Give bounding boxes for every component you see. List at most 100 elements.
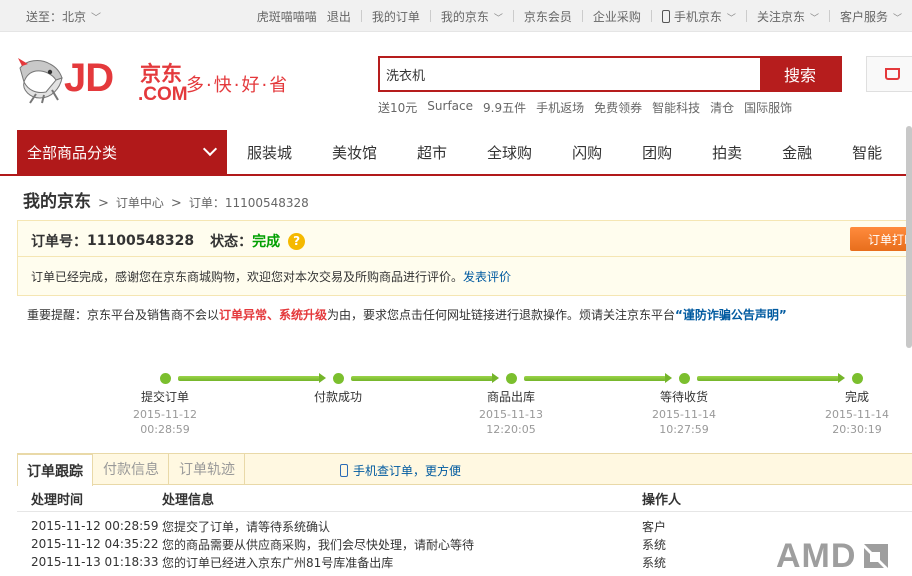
cart-icon — [885, 68, 900, 80]
jd-member-link[interactable]: 京东会员 — [514, 8, 582, 25]
step-date: 2015-11-13 — [479, 408, 543, 421]
mobile-query-link[interactable]: 手机查订单，更方便 — [340, 462, 461, 479]
hotword-link[interactable]: 国际服饰 — [744, 99, 792, 116]
log-info: 您的商品需要从供应商采购，我们会尽快处理，请耐心等待 — [162, 537, 475, 552]
order-tabs: 订单跟踪 付款信息 订单轨迹 手机查订单，更方便 — [17, 453, 912, 486]
scrollbar[interactable] — [906, 126, 912, 348]
breadcrumb-order: 订单：11100548328 — [188, 196, 309, 210]
nav-item-auction[interactable]: 拍卖 — [692, 142, 762, 163]
hotword-link[interactable]: 9.9五件 — [483, 99, 526, 116]
breadcrumb-order-center[interactable]: 订单中心 — [116, 194, 164, 211]
step-date: 2015-11-14 — [825, 408, 889, 421]
print-order-button[interactable]: 订单打印 — [850, 227, 912, 251]
top-bar: 送至：北京 ﹀ 虎斑喵喵喵 退出 我的订单 我的京东 ﹀ 京东会员 企业采购 手机京… — [0, 0, 912, 32]
all-categories-label: 全部商品分类 — [27, 143, 118, 162]
step-title: 商品出库 — [486, 390, 535, 404]
search-bar: 搜索 — [378, 56, 842, 92]
location-selector[interactable]: 送至：北京 ﹀ — [26, 8, 101, 25]
tab-order-track[interactable]: 订单轨迹 — [170, 453, 245, 485]
nav-item-beauty[interactable]: 美妆馆 — [312, 142, 397, 163]
step-time: 12:20:05 — [486, 423, 536, 436]
step-time: 00:28:59 — [140, 423, 190, 436]
order-number-label: 订单号： — [31, 234, 87, 250]
log-info: 您提交了订单，请等待系统确认 — [162, 519, 331, 534]
tab-order-tracking[interactable]: 订单跟踪 — [17, 453, 93, 486]
status-label: 状态： — [210, 234, 253, 250]
review-link[interactable]: 发表评价 — [463, 270, 511, 284]
top-links: 虎斑喵喵喵 退出 我的订单 我的京东 ﹀ 京东会员 企业采购 手机京东 ﹀ 关注京东… — [247, 0, 912, 32]
breadcrumb: 我的京东 > 订单中心 > 订单：11100548328 — [23, 187, 309, 212]
hotword-link[interactable]: 智能科技 — [652, 99, 700, 116]
nav-item-finance[interactable]: 金融 — [762, 142, 832, 163]
table-row: 2015-11-12 00:28:59 您提交了订单，请等待系统确认 客户 — [17, 517, 912, 535]
my-jd-menu[interactable]: 我的京东 ﹀ — [431, 8, 513, 25]
tab-payment-info[interactable]: 付款信息 — [94, 453, 169, 485]
follow-jd-label: 关注京东 — [756, 9, 805, 24]
column-header: 操作人 — [642, 493, 682, 508]
step-complete: 完成 2015-11-14 20:30:19 — [807, 388, 907, 437]
mobile-jd-label: 手机京东 — [673, 9, 722, 24]
jd-logo[interactable]: JD 京东 .COM — [16, 50, 196, 110]
hotword-link[interactable]: 手机返场 — [536, 99, 584, 116]
question-icon[interactable]: ? — [288, 232, 306, 250]
fraud-notice-link[interactable]: “谨防诈骗公告声明” — [675, 308, 787, 322]
customer-service-label: 客户服务 — [839, 9, 888, 24]
search-input[interactable] — [380, 58, 760, 90]
phone-icon — [340, 464, 348, 477]
hotword-link[interactable]: 送10元 — [378, 99, 417, 116]
step-time: 20:30:19 — [832, 423, 882, 436]
my-jd-label: 我的京东 — [440, 9, 489, 24]
step-dot — [679, 373, 690, 384]
column-header: 处理信息 — [162, 493, 215, 508]
logout-link[interactable]: 退出 — [327, 8, 361, 25]
important-notice: 重要提醒：京东平台及销售商不会以订单异常、系统升级为由，要求您点击任何网址链接进… — [27, 306, 787, 323]
arrow-right-icon — [492, 373, 499, 383]
chevron-down-icon: ﹀ — [809, 13, 819, 24]
all-categories-menu[interactable]: 全部商品分类 — [17, 130, 227, 174]
nav-item-flash-sale[interactable]: 闪购 — [552, 142, 622, 163]
chevron-down-icon: ﹀ — [91, 13, 102, 24]
amd-watermark: AMD — [776, 537, 890, 576]
step-date: 2015-11-12 — [133, 408, 197, 421]
phone-icon — [661, 9, 670, 23]
username-link[interactable]: 虎斑喵喵喵 — [247, 8, 327, 25]
customer-service-menu[interactable]: 客户服务 ﹀ — [830, 8, 912, 25]
logo-com-text: .COM — [138, 84, 188, 105]
arrow-right-icon — [319, 373, 326, 383]
nav-item-clothing[interactable]: 服装城 — [227, 142, 312, 163]
chevron-right-icon: > — [170, 196, 182, 211]
hotword-link[interactable]: 清仓 — [710, 99, 734, 116]
shopping-cart-button[interactable] — [866, 56, 912, 92]
my-orders-link[interactable]: 我的订单 — [362, 8, 430, 25]
nav-item-supermarket[interactable]: 超市 — [397, 142, 467, 163]
breadcrumb-my-jd[interactable]: 我的京东 — [23, 187, 91, 212]
location-label: 送至：北京 — [26, 10, 87, 24]
chevron-right-icon: > — [98, 196, 109, 211]
order-status-box: 订单号： 11100548328 状态： 完成 ? 订单已经完成，感谢您在京东商… — [17, 220, 912, 296]
slogan: 多·快·好·省 — [186, 75, 290, 96]
mobile-jd-menu[interactable]: 手机京东 ﹀ — [652, 8, 746, 25]
log-time: 2015-11-13 01:18:33 — [31, 555, 159, 569]
status-badge: 完成 — [252, 234, 281, 250]
log-time: 2015-11-12 04:35:22 — [31, 537, 159, 551]
nav-item-smart[interactable]: 智能 — [832, 142, 902, 163]
progress-bar — [178, 376, 320, 381]
step-dot — [506, 373, 517, 384]
notice-prefix: 重要提醒：京东平台及销售商不会以 — [27, 308, 220, 322]
step-dot — [160, 373, 171, 384]
order-number: 11100548328 — [87, 233, 195, 249]
order-progress: 提交订单 2015-11-12 00:28:59 付款成功 商品出库 2015-… — [0, 370, 912, 440]
search-button[interactable]: 搜索 — [760, 58, 840, 90]
nav-item-group-buy[interactable]: 团购 — [622, 142, 692, 163]
follow-jd-menu[interactable]: 关注京东 ﹀ — [747, 8, 829, 25]
arrow-right-icon — [838, 373, 845, 383]
logo-jd-text: JD — [64, 56, 114, 100]
progress-bar — [351, 376, 493, 381]
nav-item-global[interactable]: 全球购 — [467, 142, 552, 163]
hotword-link[interactable]: 免费领券 — [594, 99, 642, 116]
table-header: 处理时间 处理信息 操作人 — [17, 486, 912, 512]
hotword-link[interactable]: Surface — [427, 99, 473, 116]
main-nav: 全部商品分类 服装城 美妆馆 超市 全球购 闪购 团购 拍卖 金融 智能 — [0, 130, 912, 176]
enterprise-link[interactable]: 企业采购 — [583, 8, 651, 25]
chevron-down-icon: ﹀ — [726, 13, 736, 24]
